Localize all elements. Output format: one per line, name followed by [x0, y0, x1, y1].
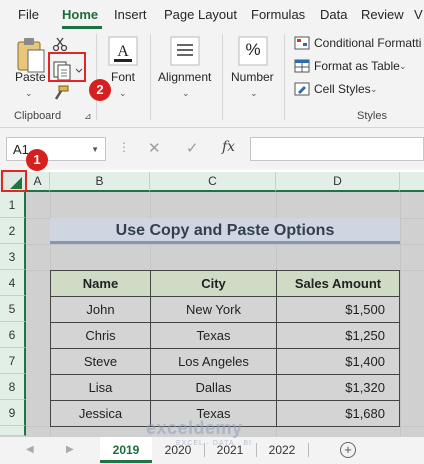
active-tab-indicator	[62, 26, 102, 29]
add-sheet-icon[interactable]: +	[340, 442, 356, 458]
alignment-dropdown-icon[interactable]: ⌄	[182, 88, 190, 99]
sheet-tab-separator	[256, 443, 257, 457]
table-header-sales[interactable]: Sales Amount	[276, 270, 400, 297]
sheet-tab-2019[interactable]: 2019	[100, 437, 152, 463]
table-icon	[294, 59, 310, 73]
tab-page-layout[interactable]: Page Layout	[164, 7, 237, 22]
table-cell-city[interactable]: Los Angeles	[150, 348, 277, 375]
callout-badge-2: 2	[89, 79, 111, 101]
row-header-5[interactable]: 5	[0, 296, 26, 322]
dialog-launcher-icon[interactable]: ⊿	[84, 111, 92, 122]
cell-styles-label: Cell Styles	[314, 82, 371, 96]
row-header-8[interactable]: 8	[0, 374, 26, 400]
column-header-b[interactable]: B	[50, 172, 150, 192]
row-header-9[interactable]: 9	[0, 400, 26, 426]
table-cell-name[interactable]: Jessica	[50, 400, 151, 427]
conditional-formatting-icon	[294, 36, 310, 50]
row-header-4[interactable]: 4	[0, 270, 26, 296]
cancel-entry-icon[interactable]: ✕	[148, 139, 161, 157]
select-all-highlight-box	[1, 170, 27, 192]
row-header-3[interactable]: 3	[0, 244, 26, 270]
row-header-7[interactable]: 7	[0, 348, 26, 374]
number-button[interactable]: %	[238, 36, 268, 71]
table-cell-sales[interactable]: $1,320	[276, 374, 400, 401]
table-cell-city[interactable]: New York	[150, 296, 277, 323]
row-header-10[interactable]	[0, 426, 26, 436]
align-icon	[170, 36, 200, 66]
conditional-formatting-label: Conditional Formatti	[314, 36, 422, 50]
prev-sheet-icon[interactable]: ◀	[26, 444, 34, 455]
styles-group-label: Styles	[357, 110, 387, 122]
next-sheet-icon[interactable]: ▶	[66, 444, 74, 455]
alignment-button[interactable]	[170, 36, 200, 71]
table-cell-name[interactable]: John	[50, 296, 151, 323]
table-header-city[interactable]: City	[150, 270, 277, 297]
format-painter-button[interactable]	[52, 84, 70, 107]
group-separator	[284, 34, 285, 120]
tab-file[interactable]: File	[18, 7, 39, 22]
table-cell-sales[interactable]: $1,680	[276, 400, 400, 427]
svg-text:A: A	[117, 43, 129, 60]
column-header-c[interactable]: C	[150, 172, 276, 192]
tab-home[interactable]: Home	[62, 7, 98, 22]
name-box[interactable]: A1 ▼	[6, 137, 106, 161]
table-cell-sales[interactable]: $1,250	[276, 322, 400, 349]
table-cell-sales[interactable]: $1,400	[276, 348, 400, 375]
table-cell-city[interactable]: Texas	[150, 322, 277, 349]
format-as-table-label: Format as Table	[314, 59, 400, 73]
cell-styles-icon	[294, 82, 310, 96]
number-dropdown-icon[interactable]: ⌄	[250, 88, 258, 99]
cell-styles-dropdown-icon: ⌄	[370, 84, 378, 94]
sheet-tab-2022[interactable]: 2022	[258, 437, 306, 463]
formula-bar: A1 ▼ ⋮ ✕ ✓ fx	[0, 128, 424, 170]
confirm-entry-icon[interactable]: ✓	[186, 139, 199, 157]
clipboard-group-label: Clipboard	[14, 110, 62, 122]
tab-review[interactable]: Review	[361, 7, 404, 22]
row-header-6[interactable]: 6	[0, 322, 26, 348]
ribbon-tab-bar: File Home Insert Page Layout Formulas Da…	[0, 0, 424, 30]
insert-function-icon[interactable]: fx	[222, 139, 235, 155]
formula-bar-grip-icon: ⋮	[118, 140, 131, 154]
column-header-e[interactable]	[400, 172, 424, 192]
group-separator	[150, 34, 151, 120]
gridline	[26, 244, 424, 245]
name-box-dropdown-icon[interactable]: ▼	[91, 145, 99, 154]
table-cell-sales[interactable]: $1,500	[276, 296, 400, 323]
row-header-1[interactable]: 1	[0, 192, 26, 218]
font-label: Font	[111, 70, 136, 84]
alignment-label: Alignment	[158, 70, 212, 84]
group-separator	[96, 34, 97, 120]
table-cell-name[interactable]: Lisa	[50, 374, 151, 401]
group-separator	[222, 34, 223, 120]
font-button[interactable]: A	[108, 36, 138, 71]
tab-insert[interactable]: Insert	[114, 7, 147, 22]
number-symbol: %	[245, 40, 261, 59]
watermark-logo: exceldemy	[146, 418, 243, 438]
table-cell-name[interactable]: Chris	[50, 322, 151, 349]
tab-view[interactable]: V	[414, 7, 423, 22]
paste-dropdown-icon[interactable]: ⌄	[25, 88, 33, 99]
column-header-a[interactable]: A	[26, 172, 50, 192]
copy-highlight-box	[48, 52, 86, 82]
callout-badge-1: 1	[26, 149, 48, 171]
formula-input[interactable]	[250, 137, 424, 161]
table-cell-name[interactable]: Steve	[50, 348, 151, 375]
paste-label: Paste	[15, 70, 46, 84]
font-dropdown-icon[interactable]: ⌄	[119, 88, 127, 99]
tab-formulas[interactable]: Formulas	[251, 7, 305, 22]
column-header-d[interactable]: D	[276, 172, 400, 192]
sheet-title[interactable]: Use Copy and Paste Options	[50, 218, 400, 244]
gridline	[400, 192, 401, 436]
scissors-icon	[52, 37, 68, 52]
tab-data[interactable]: Data	[320, 7, 347, 22]
table-cell-city[interactable]: Dallas	[150, 374, 277, 401]
font-icon: A	[108, 36, 138, 66]
row-header-2[interactable]: 2	[0, 218, 26, 244]
watermark-tagline: EXCEL · DATA · BI	[176, 440, 252, 447]
sheet-tab-separator	[308, 443, 309, 457]
number-label: Number	[231, 70, 274, 84]
table-header-name[interactable]: Name	[50, 270, 151, 297]
paintbrush-icon	[54, 85, 69, 100]
format-table-dropdown-icon: ⌄	[399, 61, 407, 71]
